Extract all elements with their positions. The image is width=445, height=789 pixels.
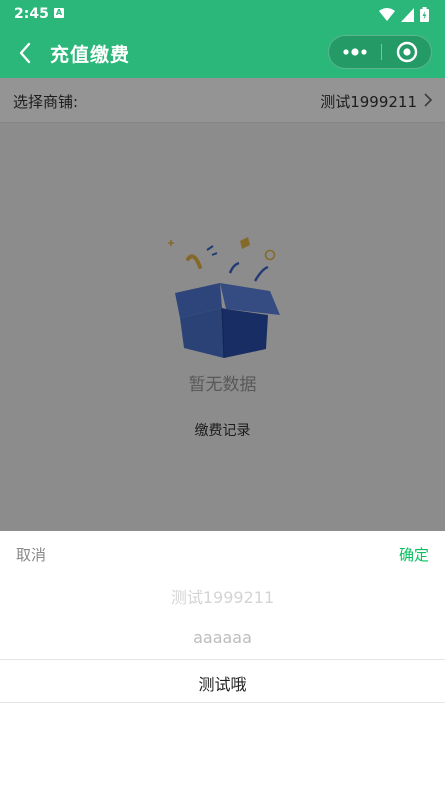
page-title: 充值缴费 bbox=[50, 44, 131, 66]
picker-indicator-top bbox=[0, 659, 445, 660]
notification-icon: A bbox=[54, 8, 64, 18]
picker-confirm-button[interactable]: 确定 bbox=[399, 544, 429, 565]
mini-program-capsule bbox=[328, 35, 432, 69]
more-dots-icon bbox=[343, 48, 367, 56]
target-close-icon bbox=[396, 41, 418, 63]
chevron-left-icon bbox=[19, 42, 31, 64]
picker-option-selected[interactable]: 测试哦 bbox=[0, 671, 445, 695]
picker-option[interactable]: aaaaaa bbox=[0, 628, 445, 647]
close-mini-program-button[interactable] bbox=[382, 36, 432, 68]
signal-icon bbox=[401, 7, 414, 22]
picker-cancel-button[interactable]: 取消 bbox=[16, 544, 46, 565]
picker-indicator-bottom bbox=[0, 702, 445, 703]
more-button[interactable] bbox=[329, 36, 381, 68]
battery-icon bbox=[420, 7, 429, 22]
back-button[interactable] bbox=[14, 41, 38, 65]
status-icons bbox=[379, 7, 429, 22]
status-time: 2:45 bbox=[14, 6, 49, 22]
status-bar: 2:45 A bbox=[0, 0, 445, 30]
picker-option[interactable]: 测试1999211 bbox=[0, 584, 445, 608]
wifi-icon bbox=[379, 7, 395, 21]
modal-mask[interactable] bbox=[0, 78, 445, 531]
shop-picker: 取消 确定 测试1999211 aaaaaa 测试哦 bbox=[0, 531, 445, 789]
